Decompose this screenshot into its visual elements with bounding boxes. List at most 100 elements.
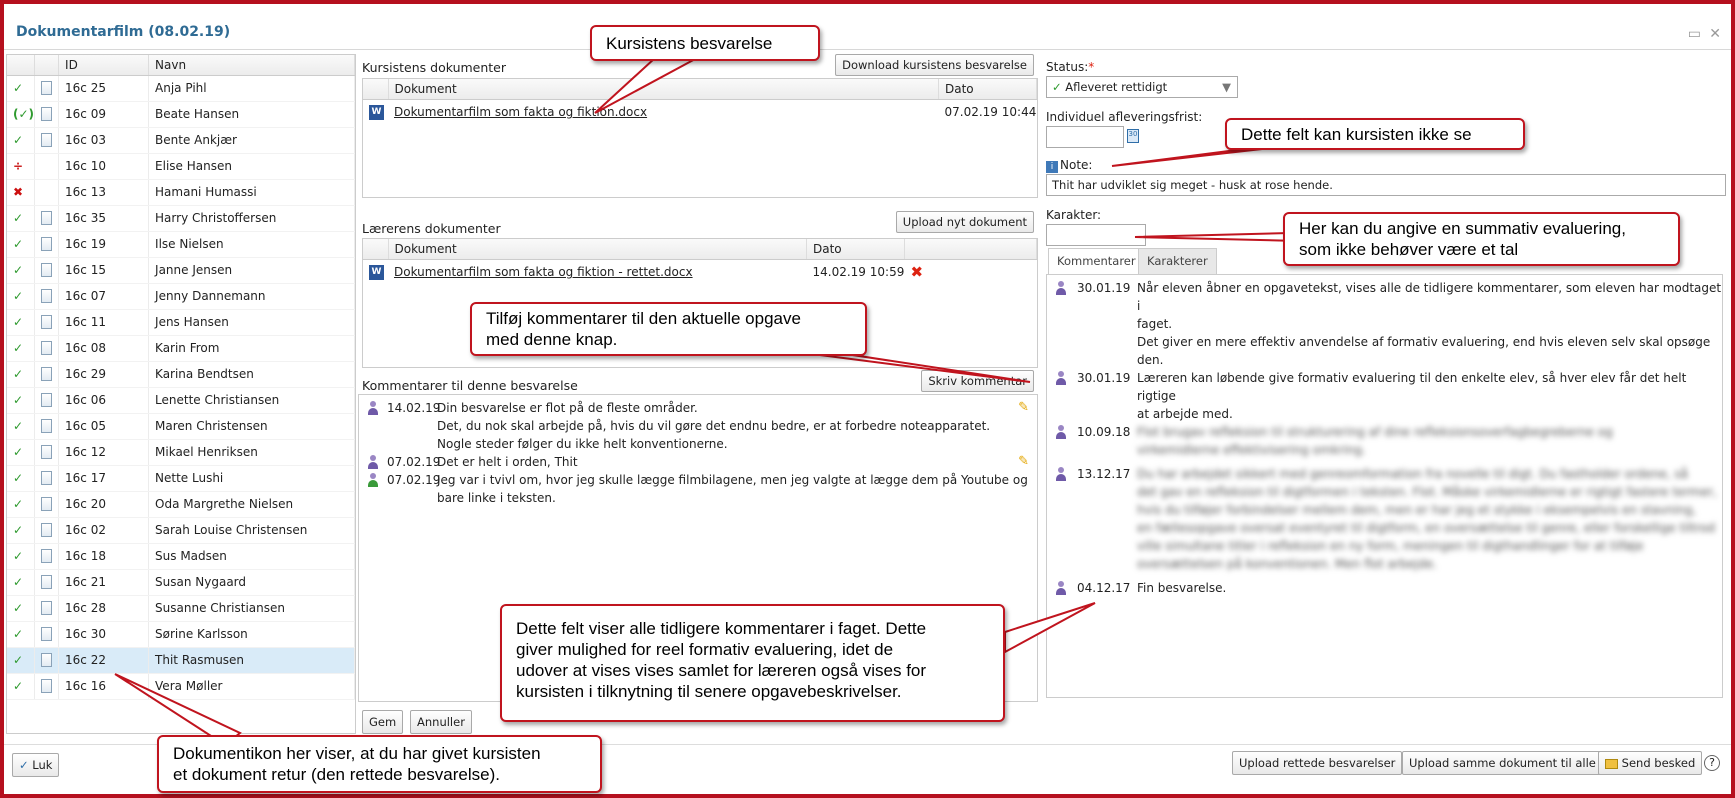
- student-id: 16c 13: [58, 179, 150, 206]
- student-docs-col-doc[interactable]: Dokument: [388, 79, 939, 100]
- status-select[interactable]: ✓ Afleveret rettidigt ▼: [1046, 76, 1238, 98]
- title-bar: Dokumentarfilm (08.02.19) ▭ ✕: [4, 4, 1731, 50]
- col-name[interactable]: Navn: [148, 55, 355, 76]
- write-comment-button[interactable]: Skriv kommentar: [921, 370, 1034, 392]
- document-icon: [41, 575, 53, 590]
- calendar-icon[interactable]: 30: [1127, 129, 1139, 143]
- comment-line: Jeg var i tvivl om, hvor jeg skulle lægg…: [437, 473, 1028, 487]
- table-row[interactable]: ✓ 16c 03 Bente Ankjær: [7, 127, 355, 154]
- status-icon: ✓: [7, 205, 36, 232]
- document-icon: [41, 601, 53, 616]
- student-id: 16c 21: [58, 569, 150, 596]
- note-field[interactable]: Thit har udviklet sig meget - husk at ro…: [1046, 174, 1726, 196]
- col-doc[interactable]: [34, 55, 60, 76]
- col-status[interactable]: [7, 55, 36, 76]
- student-id: 16c 15: [58, 257, 150, 284]
- table-row[interactable]: ✓ 16c 25 Anja Pihl: [7, 75, 355, 102]
- status-icon: ✓: [7, 621, 36, 648]
- cancel-button[interactable]: Annuller: [410, 710, 472, 734]
- table-row[interactable]: ✓ 16c 21 Susan Nygaard: [7, 569, 355, 596]
- table-row[interactable]: ✓ 16c 06 Lenette Christiansen: [7, 387, 355, 414]
- table-row[interactable]: ✓ 16c 05 Maren Christensen: [7, 413, 355, 440]
- student-id: 16c 29: [58, 361, 150, 388]
- table-row[interactable]: ✓ 16c 35 Harry Christoffersen: [7, 205, 355, 232]
- tab-grades[interactable]: Karakterer: [1138, 248, 1217, 274]
- table-row[interactable]: ✓ 16c 28 Susanne Christiansen: [7, 595, 355, 622]
- student-docs-col-date[interactable]: Dato: [938, 79, 1037, 100]
- document-icon: [41, 211, 53, 226]
- teacher-docs-col-doc[interactable]: Dokument: [388, 239, 807, 260]
- status-icon: ✓: [7, 361, 36, 388]
- tab-comments[interactable]: Kommentarer: [1048, 248, 1145, 274]
- document-icon: [41, 289, 53, 304]
- table-row[interactable]: ✓ 16c 12 Mikael Henriksen: [7, 439, 355, 466]
- history-item: 30.01.19 Når eleven åbner en opgavetekst…: [1047, 279, 1722, 369]
- table-row[interactable]: ✓ 16c 16 Vera Møller: [7, 673, 355, 700]
- table-row[interactable]: (✓) 16c 09 Beate Hansen: [7, 101, 355, 128]
- table-row[interactable]: ✓ 16c 20 Oda Margrethe Nielsen: [7, 491, 355, 518]
- history-date: 04.12.17: [1077, 581, 1131, 595]
- col-id[interactable]: ID: [58, 55, 150, 76]
- student-name: Jens Hansen: [148, 309, 355, 336]
- teacher-docs-col-date[interactable]: Dato: [806, 239, 905, 260]
- student-id: 16c 09: [58, 101, 150, 128]
- table-row[interactable]: ✓ 16c 30 Sørine Karlsson: [7, 621, 355, 648]
- assessment-panel: Status:* ✓ Afleveret rettidigt ▼ Individ…: [1043, 54, 1729, 734]
- upload-new-doc-button[interactable]: Upload nyt dokument: [895, 211, 1034, 233]
- grade-field[interactable]: [1046, 224, 1146, 246]
- table-row[interactable]: ✓ 16c 08 Karin From: [7, 335, 355, 362]
- student-doc-link[interactable]: Dokumentarfilm som fakta og fiktion.docx: [394, 105, 647, 119]
- student-name: Janne Jensen: [148, 257, 355, 284]
- download-answer-button[interactable]: Download kursistens besvarelse: [835, 54, 1034, 76]
- close-icon[interactable]: ✕: [1709, 26, 1721, 42]
- comment-item: 14.02.19 Din besvarelse er flot på de fl…: [359, 399, 1037, 453]
- history-line: Du har arbejdet sikkert med genreomforma…: [1137, 467, 1688, 481]
- document-icon: [41, 263, 53, 278]
- save-button[interactable]: Gem: [362, 710, 404, 734]
- edit-pencil-icon[interactable]: ✎: [1018, 453, 1029, 471]
- word-doc-icon: W: [369, 264, 384, 280]
- table-row[interactable]: ✓ 16c 02 Sarah Louise Christensen: [7, 517, 355, 544]
- window-title: Dokumentarfilm (08.02.19): [16, 24, 231, 40]
- upload-corrected-button[interactable]: Upload rettede besvarelser: [1232, 751, 1403, 775]
- deadline-label: Individuel afleveringsfrist:: [1046, 110, 1203, 124]
- upload-same-button[interactable]: Upload samme dokument til alle: [1402, 751, 1603, 775]
- student-name: Hamani Humassi: [148, 179, 355, 206]
- student-name: Susanne Christiansen: [148, 595, 355, 622]
- table-row[interactable]: ✓ 16c 07 Jenny Dannemann: [7, 283, 355, 310]
- comment-date: 14.02.19: [387, 401, 441, 415]
- table-row[interactable]: ✓ 16c 11 Jens Hansen: [7, 309, 355, 336]
- student-name: Nette Lushi: [148, 465, 355, 492]
- table-row[interactable]: ✓ 16c 17 Nette Lushi: [7, 465, 355, 492]
- maximize-icon[interactable]: ▭: [1688, 26, 1701, 42]
- help-icon[interactable]: ?: [1704, 755, 1720, 771]
- table-row[interactable]: ✓ 16c 18 Sus Madsen: [7, 543, 355, 570]
- student-name: Karin From: [148, 335, 355, 362]
- history-line: virkemidlerne effektivisering omkring.: [1137, 443, 1366, 457]
- table-row[interactable]: ✓ 16c 22 Thit Rasmusen: [7, 647, 355, 674]
- comments-title: Kommentarer til denne besvarelse: [362, 378, 578, 393]
- send-message-button[interactable]: Send besked: [1598, 751, 1703, 775]
- close-button[interactable]: ✓ Luk: [12, 753, 60, 777]
- teacher-avatar-icon: [1055, 371, 1067, 385]
- table-row[interactable]: ✓ 16c 19 Ilse Nielsen: [7, 231, 355, 258]
- status-icon: (✓): [7, 101, 36, 128]
- table-row[interactable]: ÷ 16c 10 Elise Hansen: [7, 153, 355, 180]
- history-date: 10.09.18: [1077, 425, 1131, 439]
- student-id: 16c 11: [58, 309, 150, 336]
- comment-date: 07.02.19: [387, 455, 441, 469]
- comment-line: bare linke i teksten.: [437, 491, 556, 505]
- deadline-field[interactable]: [1046, 126, 1124, 148]
- table-row[interactable]: ✓ 16c 29 Karina Bendtsen: [7, 361, 355, 388]
- table-row[interactable]: ✖ 16c 13 Hamani Humassi: [7, 179, 355, 206]
- status-icon: ✓: [7, 335, 36, 362]
- status-label: Status:*: [1046, 60, 1095, 74]
- callout-not-visible: Dette felt kan kursisten ikke se: [1225, 118, 1525, 150]
- student-name: Maren Christensen: [148, 413, 355, 440]
- teacher-doc-link[interactable]: Dokumentarfilm som fakta og fiktion - re…: [394, 265, 693, 279]
- delete-icon[interactable]: ✖: [911, 263, 924, 281]
- student-id: 16c 28: [58, 595, 150, 622]
- table-row[interactable]: ✓ 16c 15 Janne Jensen: [7, 257, 355, 284]
- edit-pencil-icon[interactable]: ✎: [1018, 399, 1029, 417]
- student-id: 16c 03: [58, 127, 150, 154]
